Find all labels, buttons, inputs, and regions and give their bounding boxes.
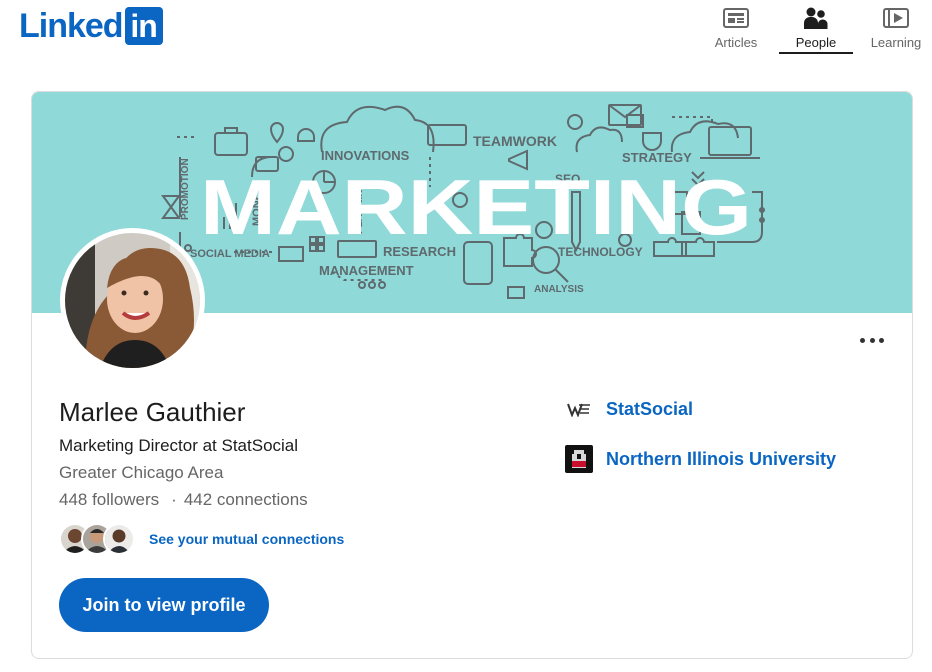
cover-word-analysis: ANALYSIS bbox=[534, 284, 584, 295]
mutual-avatar bbox=[103, 523, 135, 555]
cover-word-teamwork: TEAMWORK bbox=[473, 133, 557, 149]
people-icon bbox=[802, 6, 830, 30]
ellipsis-icon bbox=[860, 337, 865, 343]
profile-card: INNOVATIONS TEAMWORK STRATEGY SEO SOCIAL… bbox=[31, 91, 913, 659]
niu-logo bbox=[565, 445, 593, 473]
statsocial-logo bbox=[565, 395, 593, 423]
nav-people[interactable]: People bbox=[779, 0, 853, 54]
top-nav: Articles People Learning bbox=[692, 0, 932, 56]
logo-in-box: in bbox=[124, 7, 163, 45]
profile-headline: Marketing Director at StatSocial bbox=[59, 436, 299, 455]
cover-title: MARKETING bbox=[200, 163, 752, 251]
nav-learning-label: Learning bbox=[870, 35, 922, 50]
see-mutual-connections-link[interactable]: See your mutual connections bbox=[149, 531, 344, 547]
cover-word-promotion: PROMOTION bbox=[180, 158, 191, 220]
mutual-avatars bbox=[59, 522, 139, 556]
cover-word-management: MANAGEMENT bbox=[319, 263, 414, 278]
org-statsocial[interactable]: StatSocial bbox=[565, 395, 693, 423]
nav-articles-label: Articles bbox=[714, 35, 758, 50]
profile-location: Greater Chicago Area bbox=[59, 463, 224, 482]
org-northern-illinois-university[interactable]: Northern Illinois University bbox=[565, 445, 836, 473]
profile-stats: 448 followers · 442 connections bbox=[59, 490, 308, 510]
cover-word-innovations: INNOVATIONS bbox=[321, 148, 410, 163]
mutual-connections[interactable]: See your mutual connections bbox=[59, 522, 344, 556]
nav-people-label: People bbox=[795, 35, 837, 50]
articles-icon bbox=[722, 6, 750, 30]
logo-wordmark: Linked bbox=[19, 7, 124, 45]
followers-count: 448 followers bbox=[59, 490, 160, 509]
avatar bbox=[60, 228, 205, 373]
nav-learning[interactable]: Learning bbox=[860, 0, 932, 54]
join-to-view-profile-button[interactable]: Join to view profile bbox=[59, 578, 269, 632]
linkedin-logo[interactable]: Linked in bbox=[19, 7, 163, 45]
nav-articles[interactable]: Articles bbox=[700, 0, 772, 54]
learning-icon bbox=[882, 6, 910, 30]
org-name-niu[interactable]: Northern Illinois University bbox=[606, 449, 836, 470]
avatar-photo bbox=[65, 233, 200, 368]
connections-count: 442 connections bbox=[183, 490, 308, 509]
org-name-statsocial[interactable]: StatSocial bbox=[606, 399, 693, 420]
stats-separator: · bbox=[171, 490, 177, 509]
more-options-button[interactable] bbox=[858, 330, 886, 350]
profile-name: Marlee Gauthier bbox=[59, 397, 246, 427]
